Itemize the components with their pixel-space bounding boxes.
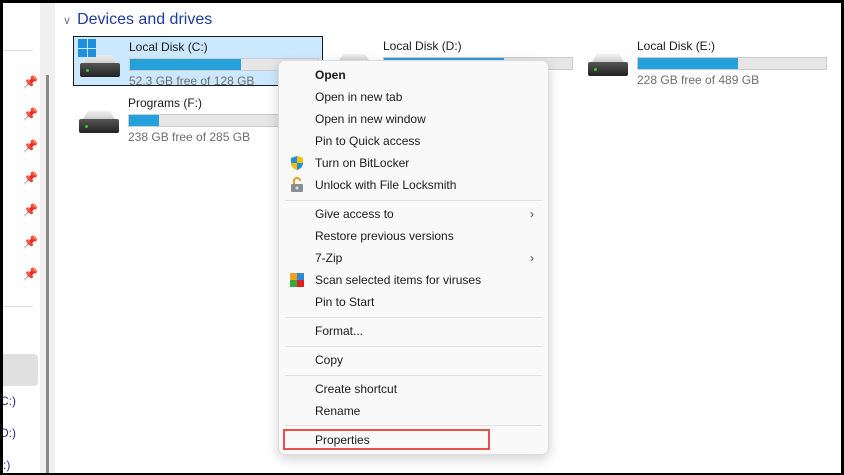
menu-separator — [285, 425, 542, 426]
section-header[interactable]: ∨ Devices and drives — [63, 11, 212, 29]
label: Open in new tab — [315, 90, 403, 104]
windows-logo-icon — [78, 39, 96, 57]
context-menu: Open Open in new tab Open in new window … — [278, 60, 549, 455]
menu-item-file-locksmith[interactable]: Unlock with File Locksmith — [283, 174, 544, 196]
label: Pin to Quick access — [315, 134, 421, 148]
menu-item-open[interactable]: Open — [283, 64, 544, 86]
drive-free-space: 52.3 GB free of 128 GB — [129, 74, 255, 88]
drive-name: Local Disk (D:) — [383, 39, 462, 53]
drive-free-space: 228 GB free of 489 GB — [637, 73, 760, 87]
pin-icon[interactable]: 📌 — [23, 139, 38, 153]
label: 7-Zip — [315, 251, 343, 265]
divider — [3, 306, 33, 307]
label: Turn on BitLocker — [315, 156, 410, 170]
pin-icon[interactable]: 📌 — [23, 75, 38, 89]
menu-item-rename[interactable]: Rename — [283, 400, 544, 422]
scrollbar-thumb[interactable] — [46, 75, 49, 473]
menu-item-pin-quick-access[interactable]: Pin to Quick access — [283, 130, 544, 152]
drive-free-space: 238 GB free of 285 GB — [128, 130, 251, 144]
label: Copy — [315, 353, 344, 367]
menu-separator — [285, 346, 542, 347]
nav-item-this-pc[interactable] — [3, 354, 38, 386]
shield-icon — [291, 156, 303, 170]
nav-item-drive-d[interactable]: D:) — [3, 426, 16, 440]
menu-separator — [285, 200, 542, 201]
label: Restore previous versions — [315, 229, 454, 243]
usage-bar — [637, 57, 827, 70]
label: Pin to Start — [315, 295, 375, 309]
menu-item-bitlocker[interactable]: Turn on BitLocker — [283, 152, 544, 174]
menu-item-scan-viruses[interactable]: Scan selected items for viruses — [283, 269, 544, 291]
label: Format... — [315, 324, 364, 338]
pin-icon[interactable]: 📌 — [23, 203, 38, 217]
menu-item-open-new-tab[interactable]: Open in new tab — [283, 86, 544, 108]
pin-icon[interactable]: 📌 — [23, 107, 38, 121]
chevron-right-icon: › — [530, 251, 534, 265]
navigation-pane: 📌 📌 📌 📌 📌 📌 📌 C:) D:) :) — [3, 3, 40, 473]
nav-item-drive-e[interactable]: :) — [3, 458, 10, 472]
menu-item-give-access[interactable]: Give access to › — [283, 203, 544, 225]
label: Open — [315, 68, 346, 82]
label: Create shortcut — [315, 382, 398, 396]
menu-item-create-shortcut[interactable]: Create shortcut — [283, 378, 544, 400]
pin-icon[interactable]: 📌 — [23, 267, 38, 281]
nav-item-drive-c[interactable]: C:) — [3, 394, 16, 408]
drive-tile-e[interactable]: Local Disk (E:) 228 GB free of 489 GB — [582, 36, 832, 87]
menu-item-restore-versions[interactable]: Restore previous versions — [283, 225, 544, 247]
pin-icon[interactable]: 📌 — [23, 235, 38, 249]
hard-drive-icon — [80, 55, 120, 79]
menu-item-7zip[interactable]: 7-Zip › — [283, 247, 544, 269]
menu-item-pin-start[interactable]: Pin to Start — [283, 291, 544, 313]
hard-drive-icon — [79, 111, 119, 135]
drive-name: Programs (F:) — [128, 96, 203, 110]
section-title: Devices and drives — [77, 11, 213, 28]
menu-item-open-new-window[interactable]: Open in new window — [283, 108, 544, 130]
menu-separator — [285, 317, 542, 318]
label: Open in new window — [315, 112, 426, 126]
unlock-icon — [291, 177, 303, 192]
label: Scan selected items for viruses — [315, 273, 482, 287]
chevron-right-icon: › — [530, 207, 534, 221]
drive-name: Local Disk (C:) — [129, 40, 208, 54]
label: Unlock with File Locksmith — [315, 178, 457, 192]
label: Give access to — [315, 207, 394, 221]
highlight-box — [283, 429, 490, 450]
antivirus-icon — [290, 273, 304, 287]
menu-item-copy[interactable]: Copy — [283, 349, 544, 371]
drive-name: Local Disk (E:) — [637, 39, 716, 53]
hard-drive-icon — [588, 54, 628, 78]
menu-item-format[interactable]: Format... — [283, 320, 544, 342]
pin-icon[interactable]: 📌 — [23, 171, 38, 185]
menu-separator — [285, 375, 542, 376]
divider — [3, 50, 33, 51]
label: Rename — [315, 404, 361, 418]
chevron-down-icon: ∨ — [63, 14, 72, 27]
